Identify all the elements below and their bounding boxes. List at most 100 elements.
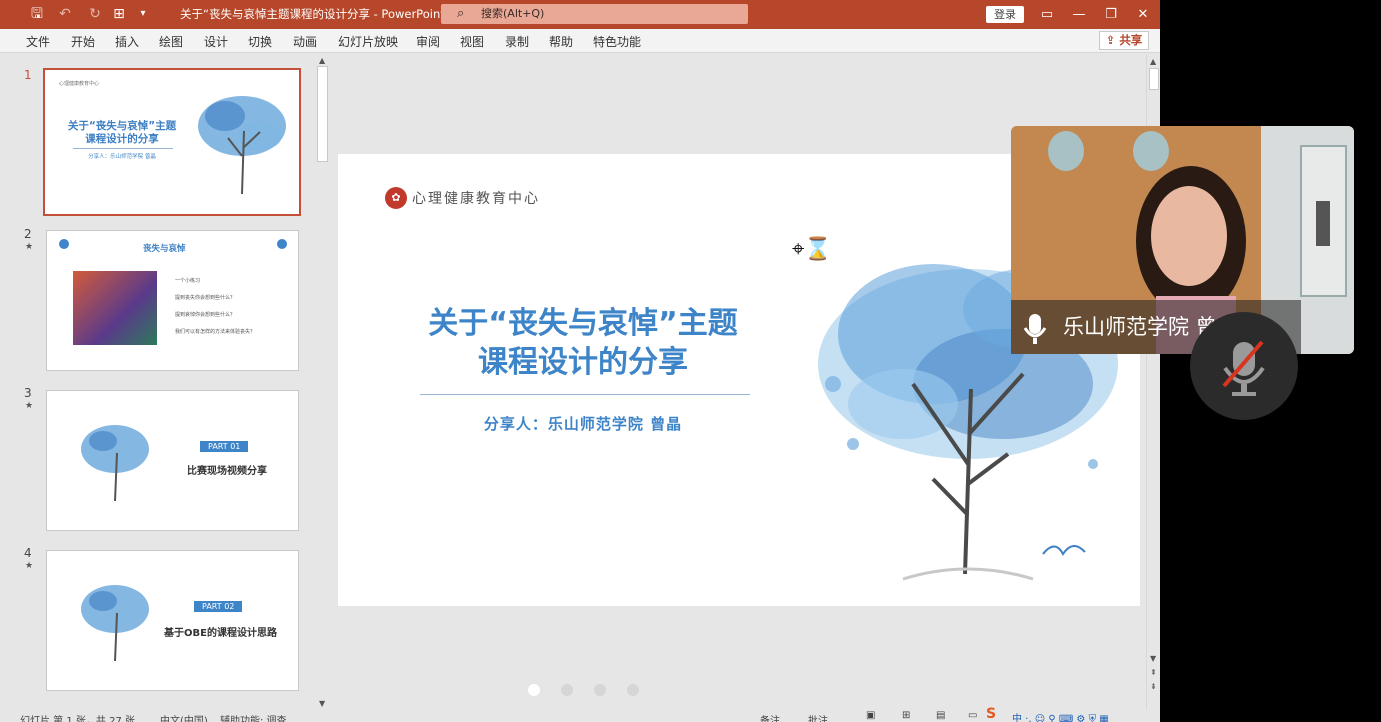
scroll-down-icon[interactable]: ▼ bbox=[1150, 654, 1156, 663]
thumbnail-line: 我们可以有怎样的方法来体验丧失？ bbox=[175, 329, 256, 335]
slide-title-line1: 关于“丧失与哀悼”主题 bbox=[428, 306, 738, 341]
animation-star-icon: ★ bbox=[25, 561, 34, 571]
powerpoint-window: 🖫 ↶ ↻ ⊞ ▾ 关于“丧失与哀悼主题课程的设计分享 - PowerPoint… bbox=[0, 0, 1160, 722]
tab-special-features[interactable]: 特色功能 bbox=[593, 33, 641, 50]
slide-count: 幻灯片 第 1 张，共 27 张 bbox=[20, 716, 135, 722]
share-label: 共享 bbox=[1119, 33, 1143, 47]
movie-poster-image bbox=[73, 271, 157, 345]
search-input[interactable]: ⌕ 搜索(Alt+Q) bbox=[441, 4, 748, 24]
reading-view-icon[interactable]: ▤ bbox=[936, 710, 945, 721]
start-slideshow-icon[interactable]: ⊞ bbox=[110, 5, 128, 23]
progress-dot[interactable] bbox=[627, 684, 639, 696]
status-bar: 幻灯片 第 1 张，共 27 张 中文(中国) 辅助功能: 调查 备注 批注 ▣… bbox=[0, 706, 1160, 722]
ribbon-display-icon[interactable]: ▭ bbox=[1031, 0, 1063, 29]
save-icon[interactable]: 🖫 bbox=[28, 5, 46, 23]
tab-review[interactable]: 审阅 bbox=[416, 33, 440, 50]
thumbnail-logo: 心理健康教育中心 bbox=[59, 81, 100, 87]
tab-transitions[interactable]: 切换 bbox=[248, 33, 272, 50]
mute-button[interactable] bbox=[1190, 312, 1298, 420]
animation-star-icon: ★ bbox=[25, 401, 34, 411]
redo-icon[interactable]: ↻ bbox=[86, 5, 104, 23]
share-icon: ⇪ bbox=[1105, 33, 1120, 47]
thumbnail-line: 一个小练习 bbox=[175, 278, 201, 284]
share-button[interactable]: ⇪ 共享 bbox=[1099, 31, 1149, 50]
animation-star-icon: ★ bbox=[25, 242, 34, 252]
customize-toolbar-icon[interactable]: ▾ bbox=[134, 5, 152, 23]
tab-slideshow[interactable]: 幻灯片放映 bbox=[338, 33, 398, 50]
tab-insert[interactable]: 插入 bbox=[115, 33, 139, 50]
title-divider bbox=[420, 394, 750, 395]
thumbnail-divider bbox=[73, 148, 173, 149]
ribbon-tabs: 文件 开始 插入 绘图 设计 切换 动画 幻灯片放映 审阅 视图 录制 帮助 特… bbox=[0, 29, 1160, 53]
thumbnail-line: 提到丧失你会想到些什么？ bbox=[175, 295, 236, 301]
slideshow-view-icon[interactable]: ▭ bbox=[968, 710, 977, 721]
next-slide-icon[interactable]: ⇟ bbox=[1150, 682, 1157, 691]
accessibility-indicator[interactable]: 辅助功能: 调查 bbox=[220, 712, 287, 722]
small-tree-icon bbox=[277, 239, 287, 249]
thumbnail-line: 提到哀悼你会想到些什么？ bbox=[175, 312, 236, 318]
login-button[interactable]: 登录 bbox=[986, 6, 1024, 23]
slide-thumbnail-1[interactable]: 心理健康教育中心 关于“丧失与哀悼”主题 课程设计的分享 分享人：乐山师范学院 … bbox=[43, 68, 301, 216]
slide-thumbnail-4[interactable]: PART 02 基于OBE的课程设计思路 bbox=[46, 550, 299, 691]
thumbnail-number: 4 bbox=[24, 546, 32, 560]
comments-button[interactable]: 批注 bbox=[808, 712, 828, 722]
thumbnail-title-line2: 课程设计的分享 bbox=[85, 133, 159, 145]
slide-thumbnail-2[interactable]: 丧失与哀悼 一个小练习 提到丧失你会想到些什么？ 提到哀悼你会想到些什么？ 我们… bbox=[46, 230, 299, 371]
tab-view[interactable]: 视图 bbox=[460, 33, 484, 50]
thumbnail-body: 一个小练习 提到丧失你会想到些什么？ 提到哀悼你会想到些什么？ 我们可以有怎样的… bbox=[175, 273, 255, 341]
ime-logo-icon[interactable]: S bbox=[986, 706, 996, 722]
thumbnail-scrollbar[interactable]: ▲ ▼ bbox=[315, 54, 331, 710]
scroll-up-icon[interactable]: ▲ bbox=[319, 56, 325, 65]
thumbnail-subtitle: 比赛现场视频分享 bbox=[187, 466, 267, 477]
title-bar: 🖫 ↶ ↻ ⊞ ▾ 关于“丧失与哀悼主题课程的设计分享 - PowerPoint… bbox=[0, 0, 1160, 29]
part-badge: PART 01 bbox=[200, 441, 249, 452]
slide-title[interactable]: 关于“丧失与哀悼”主题 课程设计的分享 bbox=[378, 304, 788, 382]
scroll-down-icon[interactable]: ▼ bbox=[319, 699, 325, 708]
slide-thumbnail-3[interactable]: PART 01 比赛现场视频分享 bbox=[46, 390, 299, 531]
microphone-icon bbox=[1023, 314, 1047, 344]
logo-seal-icon: ✿ bbox=[385, 187, 407, 209]
thumbnail-number: 1 bbox=[24, 68, 32, 82]
tree-illustration bbox=[81, 585, 149, 662]
tab-design[interactable]: 设计 bbox=[204, 33, 228, 50]
tab-file[interactable]: 文件 bbox=[26, 33, 50, 50]
thumbnail-number: 3 bbox=[24, 386, 32, 400]
busy-cursor-icon: ⌖⌛ bbox=[792, 237, 832, 262]
progress-dot[interactable] bbox=[594, 684, 606, 696]
slide-thumbnail-pane: 1 心理健康教育中心 关于“丧失与哀悼”主题 课程设计的分享 分享人：乐山师范学… bbox=[0, 54, 331, 710]
scrollbar-thumb[interactable] bbox=[317, 66, 328, 162]
logo-text: 心理健康教育中心 bbox=[412, 191, 540, 207]
document-title: 关于“丧失与哀悼主题课程的设计分享 - PowerPoint bbox=[180, 7, 445, 21]
tab-record[interactable]: 录制 bbox=[505, 33, 529, 50]
restore-button[interactable]: ❐ bbox=[1095, 0, 1127, 29]
part-badge: PART 02 bbox=[194, 601, 243, 612]
tab-help[interactable]: 帮助 bbox=[549, 33, 573, 50]
tree-illustration bbox=[198, 96, 286, 195]
scrollbar-thumb[interactable] bbox=[1149, 68, 1159, 90]
search-icon: ⌕ bbox=[457, 6, 465, 21]
tab-animations[interactable]: 动画 bbox=[293, 33, 317, 50]
minimize-button[interactable]: — bbox=[1063, 0, 1095, 29]
search-placeholder: 搜索(Alt+Q) bbox=[481, 7, 545, 20]
presenter-text[interactable]: 分享人：乐山师范学院 曾晶 bbox=[378, 413, 788, 434]
scroll-up-icon[interactable]: ▲ bbox=[1150, 57, 1156, 66]
thumbnail-title: 丧失与哀悼 bbox=[143, 244, 186, 254]
thumbnail-subtitle: 分享人：乐山师范学院 曾晶 bbox=[88, 154, 156, 160]
thumbnail-number: 2 bbox=[24, 227, 32, 241]
tree-illustration bbox=[81, 425, 149, 502]
notes-button[interactable]: 备注 bbox=[760, 712, 780, 722]
progress-dot[interactable] bbox=[561, 684, 573, 696]
small-tree-icon bbox=[59, 239, 69, 249]
tab-draw[interactable]: 绘图 bbox=[159, 33, 183, 50]
ime-toolbar-icon[interactable]: 中 ·, ☺ ⚲ ⌨ ⚙ ⛨ ▦ bbox=[1012, 710, 1109, 722]
slide-title-line2: 课程设计的分享 bbox=[478, 345, 688, 380]
undo-icon[interactable]: ↶ bbox=[56, 5, 74, 23]
language-indicator[interactable]: 中文(中国) bbox=[160, 712, 208, 722]
normal-view-icon[interactable]: ▣ bbox=[866, 710, 875, 721]
slide-sorter-icon[interactable]: ⊞ bbox=[902, 710, 910, 721]
close-button[interactable]: ✕ bbox=[1127, 0, 1159, 29]
thumbnail-subtitle: 基于OBE的课程设计思路 bbox=[164, 628, 277, 639]
tab-home[interactable]: 开始 bbox=[71, 33, 95, 50]
progress-dot[interactable] bbox=[528, 684, 540, 696]
previous-slide-icon[interactable]: ⇞ bbox=[1150, 668, 1157, 677]
